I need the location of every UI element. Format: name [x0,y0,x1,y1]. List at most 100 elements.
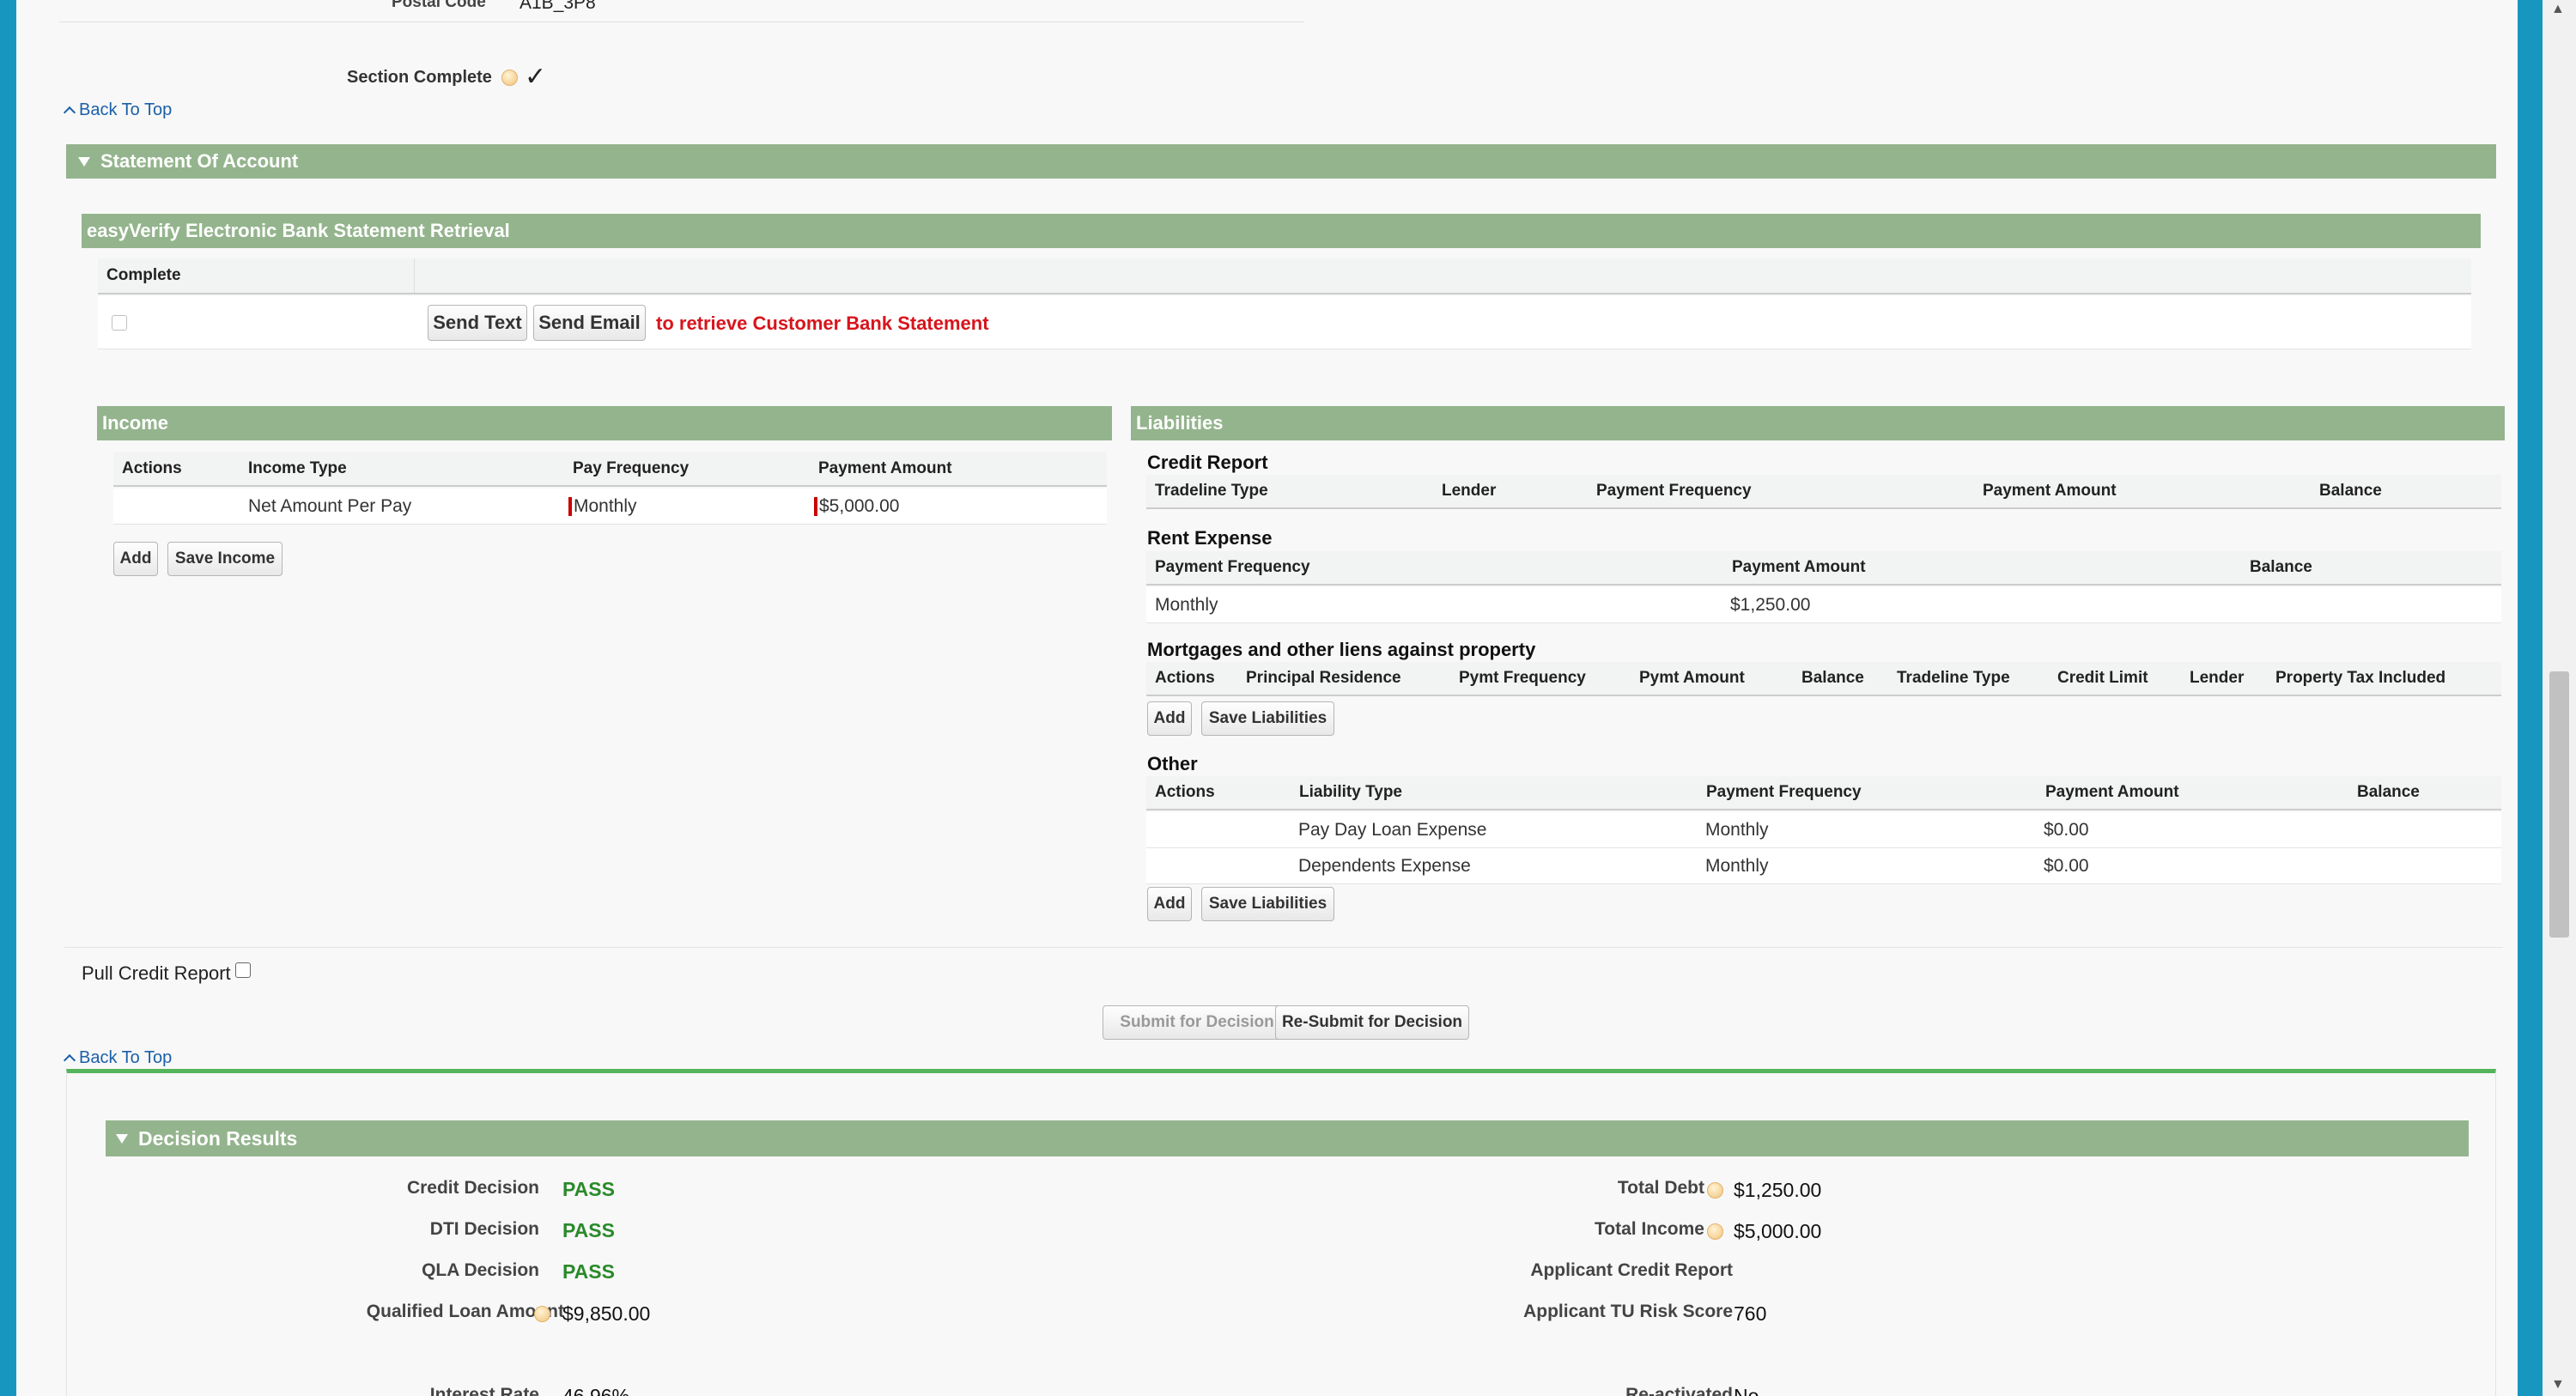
col-lender: Lender [1442,482,1497,500]
easyverify-header: easyVerify Electronic Bank Statement Ret… [82,214,2481,248]
rent-expense-title: Rent Expense [1147,527,1273,549]
help-icon[interactable] [501,70,519,87]
easyverify-title: easyVerify Electronic Bank Statement Ret… [87,220,510,241]
other-title: Other [1147,753,1198,774]
col-pay-frequency: Pay Frequency [573,459,690,477]
collapse-triangle-icon [116,1133,128,1144]
col-payment-amount: Payment Amount [818,459,952,477]
col-lender: Lender [2190,669,2245,687]
dti-decision-value: PASS [562,1219,615,1241]
col-balance: Balance [2250,558,2312,576]
payment-amount-value: $0.00 [2044,819,2089,840]
payment-frequency-value: Monthly [1705,855,1769,876]
interest-rate-value: 46.96% [562,1385,630,1396]
collapse-triangle-icon [78,156,90,167]
col-tradeline-type: Tradeline Type [1897,669,2010,687]
liabilities-header: Liabilities [1131,406,2505,440]
chevron-up-icon [63,1053,76,1067]
save-liabilities-button[interactable]: Save Liabilities [1201,887,1334,921]
vertical-scrollbar[interactable]: ▲ ▼ [2543,0,2576,1396]
total-income-label: Total Income [1595,1219,1704,1239]
back-to-top-text: Back To Top [79,1048,173,1067]
col-payment-amount: Payment Amount [1983,482,2117,500]
col-actions: Actions [1155,669,1215,687]
col-principal-residence: Principal Residence [1246,669,1401,687]
qla-decision-label: QLA Decision [422,1260,539,1280]
add-income-button[interactable]: Add [113,542,158,576]
checkmark-icon: ✓ [525,63,547,91]
col-payment-frequency: Payment Frequency [1706,783,1862,801]
reactivated-value: No [1734,1385,1759,1396]
help-icon[interactable] [1707,1182,1723,1199]
table-row: Dependents Expense Monthly $0.00 [1146,848,2501,884]
scrollbar-thumb[interactable] [2549,671,2569,938]
table-row: Pay Day Loan Expense Monthly $0.00 [1146,812,2501,848]
back-to-top-text: Back To Top [79,100,173,119]
col-payment-amount: Payment Amount [2045,783,2179,801]
col-actions: Actions [122,459,182,477]
liability-type-value: Dependents Expense [1298,855,1471,876]
income-header: Income [97,406,1112,440]
credit-decision-value: PASS [562,1178,615,1200]
rent-amount-value: $1,250.00 [1730,594,1811,615]
save-liabilities-button[interactable]: Save Liabilities [1201,701,1334,736]
col-payment-frequency: Payment Frequency [1155,558,1310,576]
income-type-value: Net Amount Per Pay [248,495,412,516]
scroll-down-arrow-icon[interactable]: ▼ [2551,1377,2565,1393]
section-complete-label: Section Complete [347,68,519,88]
col-payment-frequency: Payment Frequency [1596,482,1752,500]
help-icon[interactable] [534,1306,550,1322]
resubmit-for-decision-button[interactable]: Re-Submit for Decision [1275,1005,1469,1040]
retrieve-message: to retrieve Customer Bank Statement [656,313,989,334]
save-income-button[interactable]: Save Income [167,542,283,576]
credit-report-title: Credit Report [1147,452,1268,473]
complete-header: Complete [106,266,181,284]
total-debt-label: Total Debt [1617,1178,1704,1198]
col-property-tax-included: Property Tax Included [2275,669,2446,687]
col-tradeline-type: Tradeline Type [1155,482,1268,500]
page-content: Postal Code A1B_3P8 Section Complete ✓ B… [16,0,2518,1396]
send-email-button[interactable]: Send Email [533,305,646,341]
statement-title: Statement Of Account [100,150,299,172]
qualified-loan-amount-value: $9,850.00 [562,1302,651,1325]
pull-credit-checkbox[interactable] [235,962,251,978]
liabilities-title: Liabilities [1136,412,1224,434]
send-text-button[interactable]: Send Text [428,305,527,341]
pay-frequency-field[interactable]: Monthly [568,489,637,524]
col-actions: Actions [1155,783,1215,801]
other-table-header: Actions Liability Type Payment Frequency… [1146,776,2501,810]
col-income-type: Income Type [248,459,347,477]
table-row: Net Amount Per Pay Monthly $5,000.00 [113,489,1107,525]
applicant-credit-report-label: Applicant Credit Report [1530,1260,1733,1280]
submit-for-decision-button[interactable]: Submit for Decision [1103,1005,1291,1040]
income-table-header: Actions Income Type Pay Frequency Paymen… [113,452,1107,487]
add-mortgage-button[interactable]: Add [1147,701,1192,736]
col-balance: Balance [1801,669,1864,687]
interest-rate-label: Interest Rate [429,1385,539,1396]
col-balance: Balance [2357,783,2420,801]
back-to-top-link[interactable]: Back To Top [63,100,173,120]
payment-amount-value: $5,000.00 [819,495,900,516]
col-pymt-frequency: Pymt Frequency [1459,669,1586,687]
col-liability-type: Liability Type [1299,783,1403,801]
liability-type-value: Pay Day Loan Expense [1298,819,1487,840]
table-row: Monthly $1,250.00 [1146,587,2501,623]
total-income-value: $5,000.00 [1734,1220,1822,1242]
help-icon[interactable] [1707,1223,1723,1240]
pull-credit-label: Pull Credit Report [82,962,231,984]
payment-frequency-value: Monthly [1705,819,1769,840]
back-to-top-link[interactable]: Back To Top [63,1048,173,1068]
complete-checkbox[interactable] [112,315,127,331]
divider [64,947,2503,948]
chevron-up-icon [63,106,76,119]
add-other-liability-button[interactable]: Add [1147,887,1192,921]
section-complete-text: Section Complete [347,68,492,87]
divider [59,21,1304,22]
statement-of-account-header[interactable]: Statement Of Account [66,144,2496,179]
col-pymt-amount: Pymt Amount [1639,669,1745,687]
payment-amount-field[interactable]: $5,000.00 [814,489,899,524]
scroll-up-arrow-icon[interactable]: ▲ [2551,2,2565,17]
reactivated-label: Re-activated [1625,1385,1733,1396]
dti-decision-label: DTI Decision [429,1219,539,1239]
decision-results-header[interactable]: Decision Results [106,1120,2469,1156]
